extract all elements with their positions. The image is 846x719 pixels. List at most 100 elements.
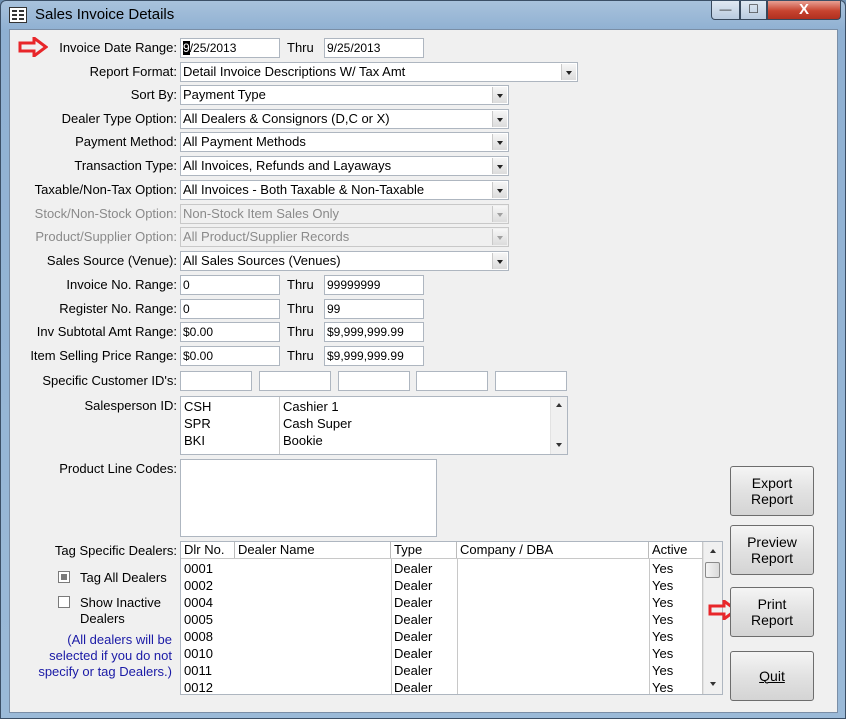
salesperson-code: BKI (184, 433, 205, 448)
table-row[interactable]: 0001 Dealer Yes (181, 560, 702, 577)
grid-header: Dlr No. Dealer Name Type Company / DBA A… (181, 542, 702, 559)
minimize-button[interactable]: — (711, 1, 740, 20)
scroll-down-icon[interactable] (551, 437, 567, 453)
chevron-down-icon[interactable] (492, 253, 507, 269)
invoice-date-from-input[interactable]: 9/25/2013 (180, 38, 280, 58)
register-no-label: Register No. Range: (59, 301, 177, 316)
dealer-type: Dealer (394, 629, 433, 644)
product-supplier-dropdown: All Product/Supplier Records (180, 227, 509, 247)
sales-source-dropdown[interactable]: All Sales Sources (Venues) (180, 251, 509, 271)
payment-method-dropdown[interactable]: All Payment Methods (180, 132, 509, 152)
chevron-down-icon[interactable] (492, 134, 507, 150)
table-row[interactable]: 0011 Dealer Yes (181, 662, 702, 679)
tag-all-dealers-checkbox[interactable] (58, 571, 70, 583)
button-label: Print (757, 596, 787, 612)
button-label: Report (750, 491, 794, 507)
dealer-number: 0011 (184, 663, 212, 678)
table-row[interactable]: 0005 Dealer Yes (181, 611, 702, 628)
column-header-company[interactable]: Company / DBA (457, 542, 649, 558)
sort-by-dropdown[interactable]: Payment Type (180, 85, 509, 105)
chevron-down-icon[interactable] (561, 64, 576, 80)
stock-option-label: Stock/Non-Stock Option: (34, 206, 177, 221)
column-header-active[interactable]: Active (649, 542, 702, 558)
report-format-dropdown[interactable]: Detail Invoice Descriptions W/ Tax Amt (180, 62, 578, 82)
dealer-number: 0012 (184, 680, 213, 695)
show-inactive-checkbox[interactable] (58, 596, 70, 608)
salesperson-label: Salesperson ID: (84, 398, 178, 413)
salesperson-code: SPR (184, 416, 211, 431)
scroll-thumb[interactable] (705, 562, 720, 578)
dealer-active: Yes (652, 561, 674, 576)
app-icon[interactable] (9, 7, 27, 23)
customer-id-input-2[interactable] (259, 371, 331, 391)
salesperson-scrollbar[interactable] (550, 397, 567, 454)
dealer-type: Dealer (394, 578, 433, 593)
chevron-down-icon[interactable] (492, 158, 507, 174)
register-no-from-input[interactable]: 0 (180, 299, 280, 319)
taxable-option-dropdown[interactable]: All Invoices - Both Taxable & Non-Taxabl… (180, 180, 509, 200)
button-label: Quit (759, 668, 785, 684)
chevron-down-icon[interactable] (492, 182, 507, 198)
quit-button[interactable]: Quit (730, 651, 814, 701)
item-price-label: Item Selling Price Range: (30, 348, 177, 363)
chevron-down-icon[interactable] (492, 87, 507, 103)
customer-id-input-3[interactable] (338, 371, 410, 391)
invoice-no-from-input[interactable]: 0 (180, 275, 280, 295)
button-label: Export (751, 475, 793, 491)
list-item[interactable]: CSH Cashier 1 (181, 398, 547, 415)
inv-subtotal-from-input[interactable]: $0.00 (180, 322, 280, 342)
dropdown-value: Payment Type (183, 87, 266, 102)
chevron-down-icon[interactable] (492, 111, 507, 127)
item-price-thru-input[interactable]: $9,999,999.99 (324, 346, 424, 366)
column-header-dlr-no[interactable]: Dlr No. (181, 542, 235, 558)
dealer-type: Dealer (394, 646, 433, 661)
export-report-button[interactable]: Export Report (730, 466, 814, 516)
invoice-no-thru-input[interactable]: 99999999 (324, 275, 424, 295)
customer-id-input-1[interactable] (180, 371, 252, 391)
button-label: Report (750, 612, 794, 628)
transaction-type-dropdown[interactable]: All Invoices, Refunds and Layaways (180, 156, 509, 176)
maximize-button[interactable]: ☐ (740, 1, 767, 20)
customer-id-input-5[interactable] (495, 371, 567, 391)
thru-label: Thru (287, 324, 314, 339)
dropdown-value: All Product/Supplier Records (183, 229, 350, 244)
payment-method-label: Payment Method: (75, 134, 177, 149)
tag-dealers-label: Tag Specific Dealers: (54, 543, 177, 558)
register-no-thru-input[interactable]: 99 (324, 299, 424, 319)
preview-report-button[interactable]: Preview Report (730, 525, 814, 575)
table-row[interactable]: 0004 Dealer Yes (181, 594, 702, 611)
print-report-button[interactable]: Print Report (730, 587, 814, 637)
title-bar[interactable]: Sales Invoice Details — ☐ X (1, 1, 845, 29)
table-row[interactable]: 0010 Dealer Yes (181, 645, 702, 662)
scroll-up-icon[interactable] (705, 543, 721, 559)
window-title: Sales Invoice Details (35, 6, 175, 23)
invoice-no-label: Invoice No. Range: (66, 277, 177, 292)
inv-subtotal-thru-input[interactable]: $9,999,999.99 (324, 322, 424, 342)
close-button[interactable]: X (767, 1, 841, 20)
scroll-down-icon[interactable] (705, 676, 721, 692)
column-header-type[interactable]: Type (391, 542, 457, 558)
column-header-dealer-name[interactable]: Dealer Name (235, 542, 391, 558)
dealer-type: Dealer (394, 612, 433, 627)
salesperson-code: CSH (184, 399, 212, 414)
table-row[interactable]: 0008 Dealer Yes (181, 628, 702, 645)
taxable-option-label: Taxable/Non-Tax Option: (34, 182, 177, 197)
item-price-from-input[interactable]: $0.00 (180, 346, 280, 366)
invoice-date-thru-input[interactable]: 9/25/2013 (324, 38, 424, 58)
dropdown-value: All Payment Methods (183, 134, 306, 149)
dropdown-value: Non-Stock Item Sales Only (183, 206, 340, 221)
table-row[interactable]: 0012 Dealer Yes (181, 679, 702, 695)
dealer-type-dropdown[interactable]: All Dealers & Consignors (D,C or X) (180, 109, 509, 129)
salesperson-list[interactable]: CSH Cashier 1 SPR Cash Super BKI Bookie (180, 396, 568, 455)
table-row[interactable]: 0002 Dealer Yes (181, 577, 702, 594)
dropdown-value: All Invoices, Refunds and Layaways (183, 158, 392, 173)
customer-id-input-4[interactable] (416, 371, 488, 391)
list-item[interactable]: SPR Cash Super (181, 415, 547, 432)
scroll-up-icon[interactable] (551, 397, 567, 413)
dealers-note: specify or tag Dealers.) (38, 664, 172, 679)
dealers-grid[interactable]: Dlr No. Dealer Name Type Company / DBA A… (180, 541, 723, 695)
list-item[interactable]: BKI Bookie (181, 432, 547, 449)
thru-label: Thru (287, 348, 314, 363)
dealer-number: 0002 (184, 578, 213, 593)
product-line-input[interactable] (180, 459, 437, 537)
